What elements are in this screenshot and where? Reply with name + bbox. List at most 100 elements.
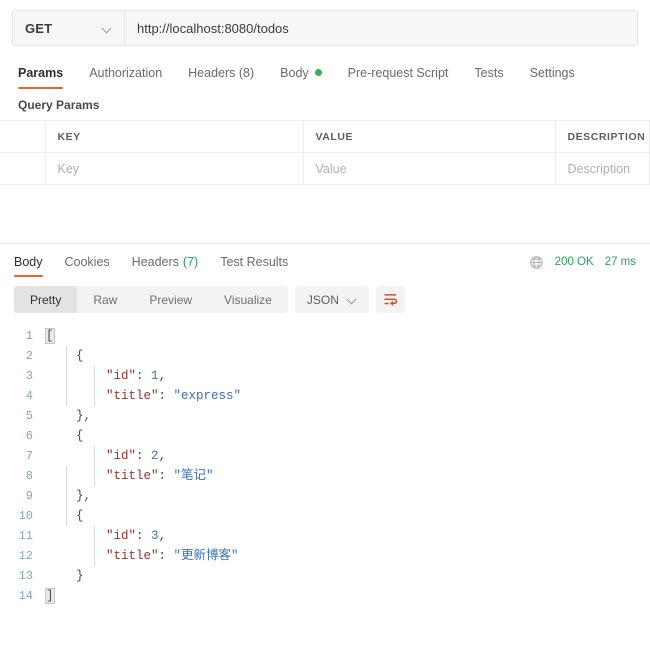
response-header: Body Cookies Headers (7) Test Results 20… (0, 245, 650, 279)
tab-pre-request-script-label: Pre-request Script (347, 65, 449, 80)
code-token-key: "title" (106, 469, 159, 483)
response-format-label: JSON (306, 292, 339, 307)
code-token-num: 3 (151, 529, 159, 543)
row-key-cell[interactable]: Key (45, 152, 304, 185)
code-token-pun: : (158, 389, 174, 403)
code-line: 2 { (0, 346, 650, 366)
row-value-cell[interactable]: Value (303, 152, 556, 185)
code-line-text: ] (45, 586, 55, 606)
tab-settings[interactable]: Settings (530, 56, 575, 89)
response-headers-count: (7) (182, 255, 199, 269)
tab-tests[interactable]: Tests (474, 56, 503, 89)
tab-params[interactable]: Params (18, 56, 64, 89)
code-line: 4 "title": "express" (0, 386, 650, 406)
line-number: 4 (25, 389, 33, 403)
row-checkbox-cell[interactable] (0, 152, 46, 185)
response-tab-test-results-label: Test Results (220, 255, 289, 269)
tab-body-label: Body (280, 65, 309, 80)
code-line-text: "title": "express" (46, 386, 241, 406)
line-number: 8 (25, 469, 33, 483)
code-line-text: } (46, 566, 84, 586)
wrap-text-icon (384, 294, 397, 306)
code-line-text: "id": 2, (46, 446, 166, 466)
code-token-pun: }, (76, 489, 92, 503)
line-number: 5 (25, 409, 33, 423)
code-token-pun: : (136, 529, 152, 543)
response-tab-test-results[interactable]: Test Results (220, 245, 288, 279)
code-token-num: 1 (151, 369, 159, 383)
tab-headers[interactable]: Headers (8) (188, 56, 254, 89)
tab-tests-label: Tests (474, 65, 504, 80)
code-line: 6 { (0, 426, 650, 446)
code-line: 11 "id": 3, (0, 526, 650, 546)
tab-authorization[interactable]: Authorization (89, 56, 162, 89)
column-header-checkbox (0, 120, 46, 153)
code-token-pun: : (136, 369, 152, 383)
table-row[interactable]: Key Value Description (0, 152, 650, 185)
wrap-text-button[interactable] (375, 286, 405, 313)
response-tab-cookies-label: Cookies (64, 255, 110, 269)
response-tab-body[interactable]: Body (14, 245, 43, 279)
response-tab-headers[interactable]: Headers (7) (132, 245, 199, 279)
line-number: 2 (25, 349, 33, 363)
tab-settings-label: Settings (529, 65, 575, 80)
line-number: 12 (18, 549, 33, 563)
view-visualize-button[interactable]: Visualize (208, 286, 288, 313)
line-number: 1 (25, 329, 33, 343)
code-token-pun: }, (76, 409, 92, 423)
code-token-pun: , (158, 369, 167, 383)
code-line: 9 }, (0, 486, 650, 506)
code-line-text: }, (46, 406, 91, 426)
line-number: 14 (18, 589, 33, 603)
tab-authorization-label: Authorization (89, 65, 163, 80)
code-token-num: 2 (151, 449, 159, 463)
response-format-select[interactable]: JSON (294, 286, 369, 313)
view-preview-button[interactable]: Preview (133, 286, 208, 313)
tab-pre-request-script[interactable]: Pre-request Script (348, 56, 449, 89)
http-method-select[interactable]: GET (13, 11, 125, 45)
http-method-label: GET (25, 20, 53, 36)
response-meta: 200 OK 27 ms (529, 255, 636, 270)
row-description-cell[interactable]: Description (555, 152, 650, 185)
code-token-str: "笔记" (173, 469, 214, 483)
response-status: 200 OK (554, 256, 594, 268)
view-pretty-button[interactable]: Pretty (14, 286, 78, 313)
code-token-pun: { (76, 349, 84, 363)
response-body-code-viewer[interactable]: 1[2 {3 "id": 1, 4 "title": "express" 5 }, 6… (0, 319, 650, 606)
code-token-pun: { (76, 429, 84, 443)
table-header-row: KEY VALUE DESCRIPTION (0, 120, 650, 153)
column-header-description: DESCRIPTION (555, 120, 650, 153)
tab-body[interactable]: Body (280, 56, 322, 89)
request-tabs: Params Authorization Headers (8) Body Pr… (0, 56, 650, 89)
code-token-key: "id" (106, 449, 137, 463)
code-line-text: [ (45, 326, 55, 346)
line-number: 6 (25, 429, 33, 443)
tab-headers-label: Headers (8) (188, 65, 255, 80)
line-number: 10 (18, 509, 33, 523)
code-token-pun: , (158, 449, 167, 463)
code-line-text: "id": 1, (46, 366, 166, 386)
code-line-text: "title": "更新博客" (46, 546, 239, 566)
url-input[interactable]: http://localhost:8080/todos (125, 11, 637, 45)
view-raw-button[interactable]: Raw (77, 286, 133, 313)
code-line: 12 "title": "更新博客" (0, 546, 650, 566)
code-token-pun: : (136, 449, 152, 463)
response-time: 27 ms (604, 256, 636, 268)
code-line: 1[ (0, 326, 650, 346)
response-tab-headers-label: Headers (131, 255, 179, 269)
globe-icon (529, 255, 543, 269)
line-number: 11 (18, 529, 33, 543)
code-token-pun: } (76, 569, 84, 583)
response-view-segmented-control: Pretty Raw Preview Visualize (14, 286, 288, 313)
response-tab-cookies[interactable]: Cookies (65, 245, 110, 279)
code-token-key: "id" (106, 529, 137, 543)
code-token-pun: : (158, 469, 174, 483)
line-number: 13 (18, 569, 33, 583)
code-line-text: "id": 3, (46, 526, 166, 546)
code-line: 10 { (0, 506, 650, 526)
code-line: 5 }, (0, 406, 650, 426)
column-header-key: KEY (45, 120, 304, 153)
line-number: 7 (25, 449, 33, 463)
code-line: 8 "title": "笔记" (0, 466, 650, 486)
code-token-brk-close: ] (45, 588, 55, 604)
